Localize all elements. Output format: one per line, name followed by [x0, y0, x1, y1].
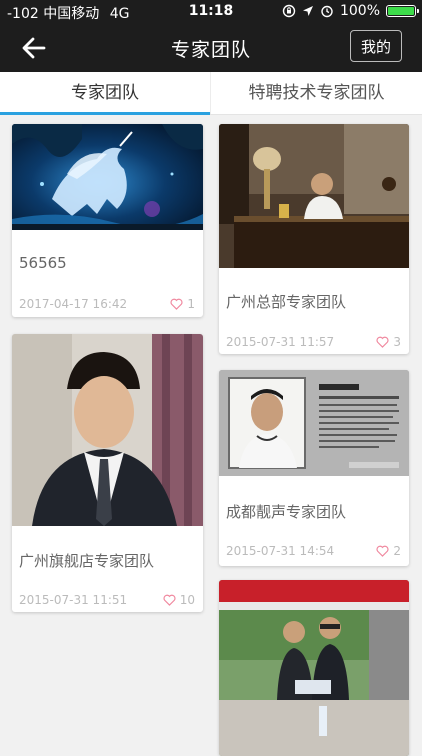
expert-profile-poster-image	[219, 370, 409, 476]
team-card[interactable]: 56565 2017-04-17 16:42 1	[12, 124, 203, 317]
battery-icon	[386, 5, 419, 17]
battery-percent: 100%	[339, 3, 380, 19]
card-date: 2017-04-17 16:42	[19, 297, 128, 311]
mine-button[interactable]: 我的	[350, 30, 402, 62]
location-icon	[302, 6, 313, 16]
team-card[interactable]: 广州总部专家团队 2015-07-31 11:57 3	[219, 124, 409, 354]
alarm-icon	[321, 5, 333, 18]
like-count[interactable]: 1	[170, 297, 195, 311]
team-name: 广州总部专家团队	[226, 293, 347, 311]
heart-icon	[376, 336, 389, 348]
like-count[interactable]: 10	[163, 593, 195, 607]
top-bar: -102 中国移动 4G 11:18 100% 专家团队 我的	[0, 0, 422, 72]
tab-bar: 专家团队 特聘技术专家团队	[0, 72, 422, 115]
team-card[interactable]: 广州旗舰店专家团队 2015-07-31 11:51 10	[12, 334, 203, 612]
man-at-desk-image	[219, 124, 409, 268]
like-count[interactable]: 2	[376, 544, 401, 558]
like-number: 2	[393, 544, 401, 558]
team-name: 56565	[19, 254, 67, 272]
man-in-suit-portrait-image	[12, 334, 203, 526]
unicorn-fantasy-image	[12, 124, 203, 230]
tab-special-tech-expert-team[interactable]: 特聘技术专家团队	[210, 72, 422, 114]
team-name: 成都靓声专家团队	[226, 503, 347, 521]
tab-expert-team[interactable]: 专家团队	[0, 72, 210, 115]
like-number: 1	[187, 297, 195, 311]
like-number: 10	[179, 593, 195, 607]
card-date: 2015-07-31 14:54	[226, 544, 335, 558]
team-card[interactable]	[219, 580, 409, 756]
nav-bar: 专家团队 我的	[0, 24, 422, 72]
status-bar: -102 中国移动 4G 11:18 100%	[0, 0, 422, 24]
heart-icon	[376, 545, 389, 557]
card-date: 2015-07-31 11:51	[19, 593, 128, 607]
two-men-at-event-image	[219, 580, 409, 756]
heart-icon	[170, 298, 183, 310]
like-count[interactable]: 3	[376, 335, 401, 349]
rotation-lock-icon	[282, 4, 296, 18]
heart-icon	[163, 594, 176, 606]
card-date: 2015-07-31 11:57	[226, 335, 335, 349]
team-name: 广州旗舰店专家团队	[19, 552, 155, 570]
like-number: 3	[393, 335, 401, 349]
team-card[interactable]: 成都靓声专家团队 2015-07-31 14:54 2	[219, 370, 409, 566]
